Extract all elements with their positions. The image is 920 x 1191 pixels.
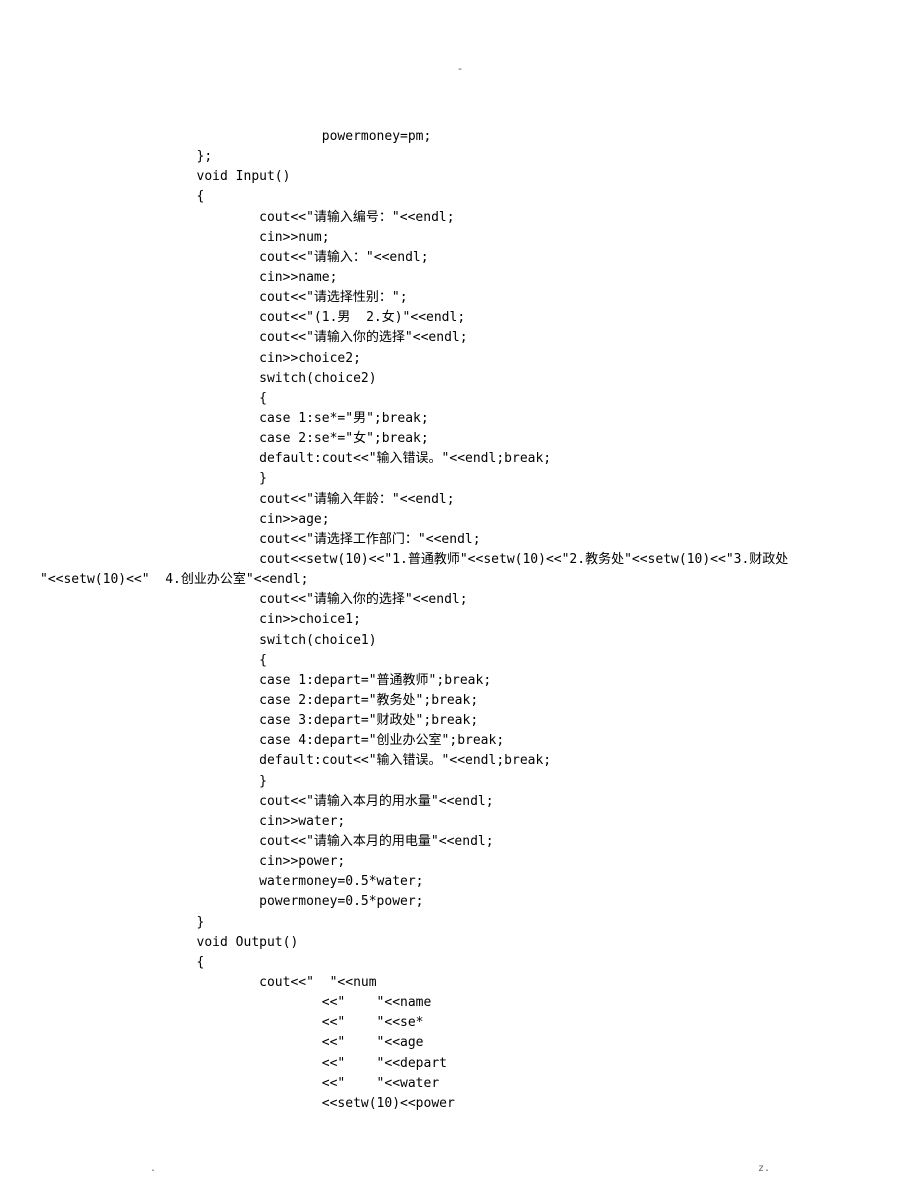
page-content: - powermoney=pm; }; void Input() { cout<… (0, 0, 920, 1154)
footer-left: . (150, 1161, 156, 1177)
header-mark: - (40, 60, 880, 77)
footer-right: z. (758, 1161, 770, 1177)
code-listing: powermoney=pm; }; void Input() { cout<<"… (40, 127, 880, 1114)
